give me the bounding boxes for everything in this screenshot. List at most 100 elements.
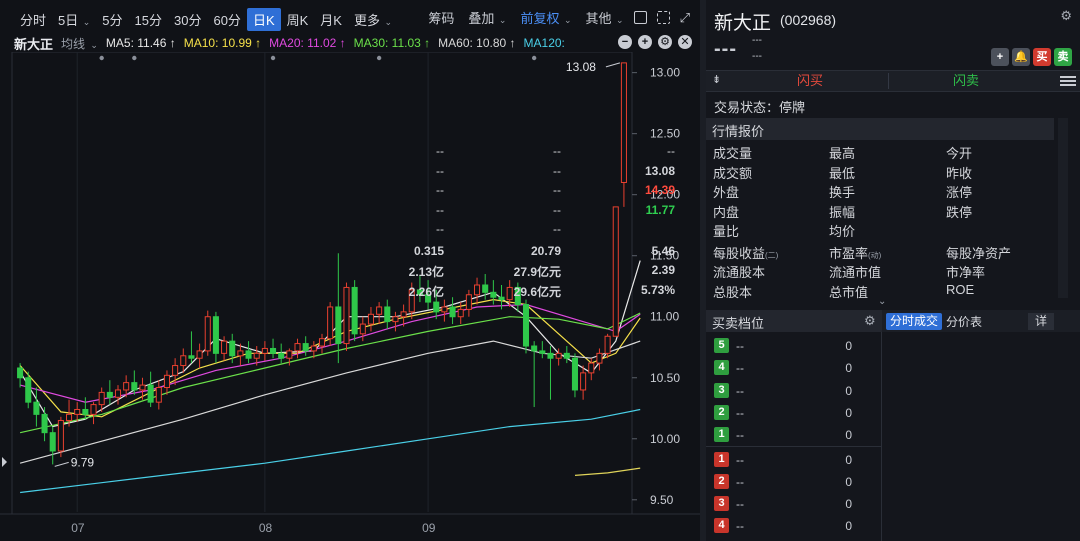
period-tab-0[interactable]: 分时 xyxy=(14,8,52,31)
candle-body[interactable] xyxy=(588,362,595,374)
candle-body[interactable] xyxy=(318,338,326,347)
candle-body[interactable] xyxy=(376,306,383,315)
candle-body[interactable] xyxy=(147,384,154,403)
order-book-level[interactable]: 4 -- 0 xyxy=(706,517,882,535)
chart-tool-2[interactable]: 前复权 ⌄ xyxy=(520,8,571,27)
chart-tool-1[interactable]: 叠加 ⌄ xyxy=(468,8,506,27)
gear-icon[interactable]: ⚙ xyxy=(864,313,876,329)
period-tab-2[interactable]: 5分 xyxy=(96,8,128,31)
candle-body[interactable] xyxy=(506,286,513,301)
candle-body[interactable] xyxy=(253,352,260,359)
candle-body[interactable] xyxy=(359,323,366,335)
candle-body[interactable] xyxy=(41,413,48,434)
candle-body[interactable] xyxy=(302,343,309,352)
candle-body[interactable] xyxy=(571,357,578,391)
candle-body[interactable] xyxy=(400,311,407,318)
candle-body[interactable] xyxy=(90,404,97,415)
crop-icon[interactable] xyxy=(656,11,670,24)
candle-body[interactable] xyxy=(474,284,481,296)
order-book-level[interactable]: 2 -- 0 xyxy=(706,404,882,422)
candle-body[interactable] xyxy=(604,335,611,354)
candle-body[interactable] xyxy=(131,382,138,391)
candle-body[interactable] xyxy=(392,316,399,323)
candle-body[interactable] xyxy=(261,347,268,354)
grid-layout-icon[interactable] xyxy=(633,11,647,24)
candle-body[interactable] xyxy=(229,340,236,357)
tab-detail[interactable]: 详 xyxy=(1028,313,1054,330)
candle-body[interactable] xyxy=(221,340,228,354)
scrollbar[interactable] xyxy=(1058,118,1068,298)
buy-button[interactable]: 买 xyxy=(1033,48,1051,66)
tab-time-sales[interactable]: 分时成交 xyxy=(886,313,943,330)
event-marker[interactable] xyxy=(270,55,276,61)
alert-bell-icon[interactable]: 🔔 xyxy=(1012,48,1030,66)
candle-body[interactable] xyxy=(196,350,203,359)
period-tab-3[interactable]: 15分 xyxy=(129,8,168,31)
kline-chart[interactable]: 13.0012.5012.0011.5011.0010.5010.009.500… xyxy=(0,52,700,541)
candle-body[interactable] xyxy=(49,432,56,452)
order-book-level[interactable]: 4 -- 0 xyxy=(706,359,882,377)
expand-chevron-icon[interactable]: ⌄ xyxy=(878,296,886,307)
candle-body[interactable] xyxy=(33,401,40,415)
candle-body[interactable] xyxy=(82,408,89,415)
chart-tool-3[interactable]: 其他 ⌄ xyxy=(586,8,624,27)
period-tab-5[interactable]: 60分 xyxy=(207,8,246,31)
candle-body[interactable] xyxy=(180,355,187,367)
candle-body[interactable] xyxy=(449,306,456,318)
order-book-level[interactable]: 2 -- 0 xyxy=(706,473,882,491)
candle-body[interactable] xyxy=(98,391,105,406)
candle-body[interactable] xyxy=(580,372,587,391)
order-book-level[interactable]: 1 -- 0 xyxy=(706,426,882,444)
chart-tool-0[interactable]: 筹码 xyxy=(428,8,454,27)
fullscreen-icon[interactable]: ⤢ xyxy=(680,10,690,26)
period-tab-6[interactable]: 日K xyxy=(246,7,281,31)
event-marker[interactable] xyxy=(376,55,382,61)
candle-body[interactable] xyxy=(278,352,285,359)
candle-body[interactable] xyxy=(547,352,554,359)
candle-body[interactable] xyxy=(25,377,32,403)
candle-body[interactable] xyxy=(335,306,342,345)
candle-body[interactable] xyxy=(188,355,195,359)
candle-body[interactable] xyxy=(522,304,530,347)
flash-buy-button[interactable]: 闪买 xyxy=(734,71,886,91)
candle-body[interactable] xyxy=(531,345,538,352)
candle-body[interactable] xyxy=(465,294,472,310)
candle-body[interactable] xyxy=(286,350,293,359)
gear-icon[interactable]: ⚙ xyxy=(1060,8,1072,24)
candle-body[interactable] xyxy=(367,313,374,325)
candle-body[interactable] xyxy=(620,62,627,183)
candle-body[interactable] xyxy=(123,382,130,391)
candle-body[interactable] xyxy=(539,350,546,354)
period-tab-9[interactable]: 更多 ⌄ xyxy=(348,8,398,31)
period-tab-8[interactable]: 月K xyxy=(314,8,348,31)
candle-body[interactable] xyxy=(384,306,391,323)
double-chevron-down-icon[interactable]: ⇟ xyxy=(712,73,721,86)
period-tab-7[interactable]: 周K xyxy=(281,8,315,31)
order-book-level[interactable]: 5 -- 0 xyxy=(706,337,882,355)
candle-body[interactable] xyxy=(66,413,73,421)
candle-body[interactable] xyxy=(555,352,562,359)
candle-body[interactable] xyxy=(343,286,350,345)
candle-body[interactable] xyxy=(457,308,464,318)
event-marker[interactable] xyxy=(531,55,537,61)
candle-body[interactable] xyxy=(106,391,113,398)
close-icon[interactable]: ✕ xyxy=(678,35,692,49)
candle-body[interactable] xyxy=(441,306,448,313)
zoom-in-icon[interactable]: + xyxy=(638,35,652,49)
period-tab-1[interactable]: 5日 ⌄ xyxy=(52,8,96,31)
candle-body[interactable] xyxy=(204,316,211,352)
candle-body[interactable] xyxy=(351,286,358,335)
candle-body[interactable] xyxy=(482,284,489,293)
period-tab-4[interactable]: 30分 xyxy=(168,8,207,31)
zoom-out-icon[interactable]: − xyxy=(618,35,632,49)
candle-body[interactable] xyxy=(270,347,277,354)
candle-body[interactable] xyxy=(17,367,24,379)
order-book-level[interactable]: 1 -- 0 xyxy=(706,451,882,469)
candle-body[interactable] xyxy=(57,419,64,452)
flash-sell-button[interactable]: 闪卖 xyxy=(890,71,1042,91)
add-watchlist-icon[interactable]: + xyxy=(991,48,1009,66)
sell-button[interactable]: 卖 xyxy=(1054,48,1072,66)
candle-body[interactable] xyxy=(74,408,81,415)
candle-body[interactable] xyxy=(245,350,252,359)
gear-icon[interactable]: ⚙ xyxy=(658,35,672,49)
